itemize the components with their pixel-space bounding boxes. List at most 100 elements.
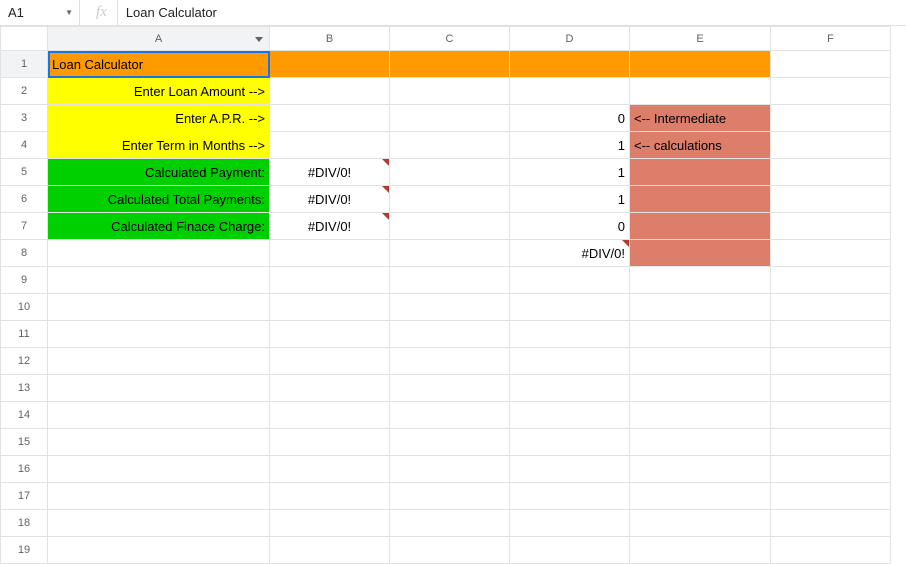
- cell-B13[interactable]: [270, 375, 390, 402]
- cell-C13[interactable]: [390, 375, 510, 402]
- row-header-19[interactable]: 19: [1, 537, 48, 564]
- cell-A18[interactable]: [48, 510, 270, 537]
- cell-B15[interactable]: [270, 429, 390, 456]
- row-header-1[interactable]: 1: [1, 51, 48, 78]
- cell-B14[interactable]: [270, 402, 390, 429]
- cell-A13[interactable]: [48, 375, 270, 402]
- cell-F13[interactable]: [771, 375, 891, 402]
- cell-E9[interactable]: [630, 267, 771, 294]
- cell-B3[interactable]: [270, 105, 390, 132]
- cell-F11[interactable]: [771, 321, 891, 348]
- cell-D15[interactable]: [510, 429, 630, 456]
- cell-F12[interactable]: [771, 348, 891, 375]
- cell-F4[interactable]: [771, 132, 891, 159]
- cell-D17[interactable]: [510, 483, 630, 510]
- cell-A8[interactable]: [48, 240, 270, 267]
- cell-B11[interactable]: [270, 321, 390, 348]
- cell-A2[interactable]: Enter Loan Amount -->: [48, 78, 270, 105]
- cell-F19[interactable]: [771, 537, 891, 564]
- row-header-18[interactable]: 18: [1, 510, 48, 537]
- cell-C14[interactable]: [390, 402, 510, 429]
- cell-E12[interactable]: [630, 348, 771, 375]
- cell-B2[interactable]: [270, 78, 390, 105]
- cell-B4[interactable]: [270, 132, 390, 159]
- cell-A15[interactable]: [48, 429, 270, 456]
- cell-F14[interactable]: [771, 402, 891, 429]
- cell-A7[interactable]: Calculated Finace Charge:: [48, 213, 270, 240]
- row-header-2[interactable]: 2: [1, 78, 48, 105]
- cell-B18[interactable]: [270, 510, 390, 537]
- row-header-8[interactable]: 8: [1, 240, 48, 267]
- cell-D4[interactable]: 1: [510, 132, 630, 159]
- cell-D19[interactable]: [510, 537, 630, 564]
- cell-B9[interactable]: [270, 267, 390, 294]
- cell-E3[interactable]: <-- Intermediate: [630, 105, 771, 132]
- cell-E19[interactable]: [630, 537, 771, 564]
- cell-C10[interactable]: [390, 294, 510, 321]
- cell-E13[interactable]: [630, 375, 771, 402]
- cell-F15[interactable]: [771, 429, 891, 456]
- cell-C6[interactable]: [390, 186, 510, 213]
- cell-C17[interactable]: [390, 483, 510, 510]
- cell-A11[interactable]: [48, 321, 270, 348]
- cell-A1[interactable]: Loan Calculator: [48, 51, 270, 78]
- row-header-6[interactable]: 6: [1, 186, 48, 213]
- column-header-D[interactable]: D: [510, 27, 630, 51]
- cell-F7[interactable]: [771, 213, 891, 240]
- row-header-12[interactable]: 12: [1, 348, 48, 375]
- cell-A19[interactable]: [48, 537, 270, 564]
- cell-A4[interactable]: Enter Term in Months -->: [48, 132, 270, 159]
- column-header-E[interactable]: E: [630, 27, 771, 51]
- cell-E7[interactable]: [630, 213, 771, 240]
- cell-C18[interactable]: [390, 510, 510, 537]
- cell-D14[interactable]: [510, 402, 630, 429]
- cell-F18[interactable]: [771, 510, 891, 537]
- formula-input[interactable]: Loan Calculator: [118, 0, 906, 25]
- cell-B7[interactable]: #DIV/0!: [270, 213, 390, 240]
- cell-A6[interactable]: Calculated Total Payments:: [48, 186, 270, 213]
- cell-E10[interactable]: [630, 294, 771, 321]
- cell-F9[interactable]: [771, 267, 891, 294]
- row-header-15[interactable]: 15: [1, 429, 48, 456]
- cell-B10[interactable]: [270, 294, 390, 321]
- dropdown-arrow-icon[interactable]: ▼: [65, 8, 73, 17]
- column-header-C[interactable]: C: [390, 27, 510, 51]
- cell-D6[interactable]: 1: [510, 186, 630, 213]
- cell-E15[interactable]: [630, 429, 771, 456]
- cell-F17[interactable]: [771, 483, 891, 510]
- cell-D1[interactable]: [510, 51, 630, 78]
- cell-D3[interactable]: 0: [510, 105, 630, 132]
- cell-A12[interactable]: [48, 348, 270, 375]
- row-header-13[interactable]: 13: [1, 375, 48, 402]
- cell-E4[interactable]: <-- calculations: [630, 132, 771, 159]
- row-header-4[interactable]: 4: [1, 132, 48, 159]
- cell-E2[interactable]: [630, 78, 771, 105]
- name-box[interactable]: A1 ▼: [0, 0, 80, 25]
- cell-D2[interactable]: [510, 78, 630, 105]
- row-header-7[interactable]: 7: [1, 213, 48, 240]
- cell-D8[interactable]: #DIV/0!: [510, 240, 630, 267]
- cell-A3[interactable]: Enter A.P.R. -->: [48, 105, 270, 132]
- row-header-17[interactable]: 17: [1, 483, 48, 510]
- cell-E5[interactable]: [630, 159, 771, 186]
- select-all-corner[interactable]: [1, 27, 48, 51]
- row-header-16[interactable]: 16: [1, 456, 48, 483]
- column-header-B[interactable]: B: [270, 27, 390, 51]
- cell-D12[interactable]: [510, 348, 630, 375]
- cell-C15[interactable]: [390, 429, 510, 456]
- cell-F6[interactable]: [771, 186, 891, 213]
- column-header-A[interactable]: A: [48, 27, 270, 51]
- cell-E16[interactable]: [630, 456, 771, 483]
- cell-D11[interactable]: [510, 321, 630, 348]
- filter-icon[interactable]: [255, 37, 263, 42]
- cell-E11[interactable]: [630, 321, 771, 348]
- row-header-10[interactable]: 10: [1, 294, 48, 321]
- cell-D18[interactable]: [510, 510, 630, 537]
- cell-C1[interactable]: [390, 51, 510, 78]
- cell-B5[interactable]: #DIV/0!: [270, 159, 390, 186]
- cell-F8[interactable]: [771, 240, 891, 267]
- cell-D13[interactable]: [510, 375, 630, 402]
- cell-D16[interactable]: [510, 456, 630, 483]
- cell-E6[interactable]: [630, 186, 771, 213]
- cell-C11[interactable]: [390, 321, 510, 348]
